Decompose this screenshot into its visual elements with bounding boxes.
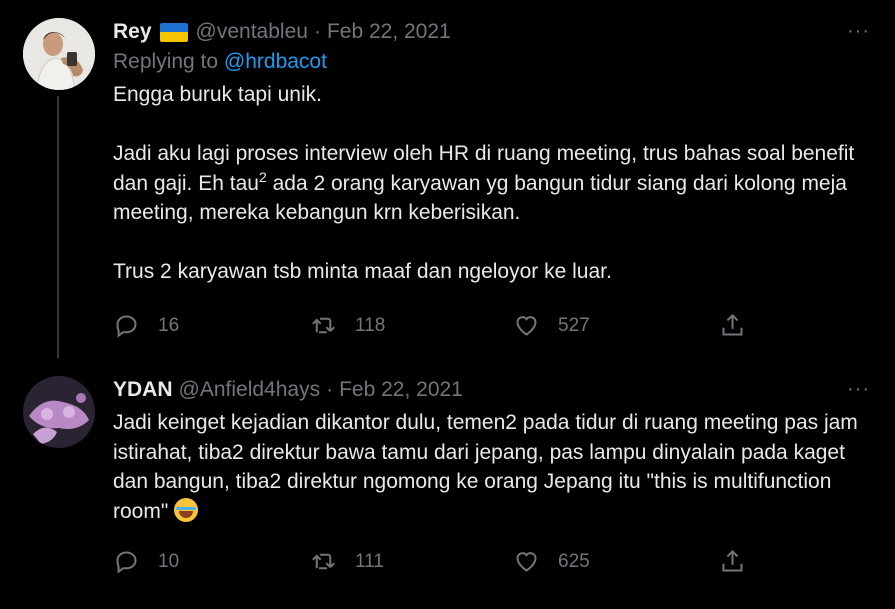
tweet-paragraph: Jadi keinget kejadian dikantor dulu, tem…: [113, 411, 858, 523]
retweet-icon: [312, 553, 335, 570]
separator-dot: ·: [326, 378, 334, 401]
more-options-icon[interactable]: ···: [847, 20, 870, 43]
retweet-count: 118: [355, 314, 386, 336]
avatar[interactable]: [23, 18, 95, 90]
tweet-date[interactable]: Feb 22, 2021: [327, 20, 451, 44]
retweet-button[interactable]: 118: [310, 312, 385, 339]
reply-count: 10: [158, 550, 180, 572]
heart-icon: [516, 316, 537, 336]
tweet-paragraph: Jadi aku lagi proses interview oleh HR d…: [113, 142, 855, 224]
share-icon: [722, 549, 743, 572]
reply-button[interactable]: 10: [113, 548, 179, 575]
thread-line: [57, 96, 59, 358]
replying-to-link[interactable]: @hrdbacot: [224, 50, 327, 73]
tweet-paragraph: Trus 2 karyawan tsb minta maaf dan ngelo…: [113, 260, 612, 283]
share-button[interactable]: [719, 312, 746, 339]
reply-count: 16: [158, 314, 180, 336]
heart-icon: [516, 552, 537, 572]
user-handle[interactable]: @ventableu: [196, 20, 308, 44]
separator-dot: ·: [313, 20, 321, 43]
display-name[interactable]: Rey: [113, 20, 152, 44]
tweet-text: Jadi keinget kejadian dikantor dulu, tem…: [113, 408, 865, 526]
like-button[interactable]: 625: [513, 548, 590, 575]
share-icon: [722, 313, 743, 336]
tweet-header: YDAN @Anfield4hays · Feb 22, 2021: [113, 375, 865, 405]
tweet-actions: 10 111 625: [113, 548, 763, 578]
tweet-text: Engga buruk tapi unik. Jadi aku lagi pro…: [113, 80, 865, 287]
tweet-date[interactable]: Feb 22, 2021: [339, 378, 463, 402]
ukraine-flag-icon: [159, 22, 188, 42]
retweet-count: 111: [355, 550, 384, 572]
retweet-button[interactable]: 111: [310, 548, 384, 575]
like-count: 527: [558, 314, 590, 336]
face-with-tears-of-joy-icon: [174, 497, 199, 522]
replying-to: Replying to @hrdbacot: [113, 50, 865, 80]
share-button[interactable]: [719, 548, 746, 575]
user-handle[interactable]: @Anfield4hays: [179, 378, 321, 402]
tweet-actions: 16 118 527: [113, 312, 763, 342]
like-button[interactable]: 527: [513, 312, 590, 339]
tweet-ydan[interactable]: YDAN @Anfield4hays · Feb 22, 2021 Jadi k…: [0, 358, 895, 609]
reply-icon: [116, 551, 137, 574]
retweet-icon: [312, 317, 335, 334]
avatar[interactable]: [23, 376, 95, 448]
replying-prefix: Replying to: [113, 50, 224, 73]
display-name[interactable]: YDAN: [113, 378, 173, 402]
tweet-header: Rey @ventableu · Feb 22, 2021: [113, 17, 865, 47]
tweet-rey[interactable]: Rey @ventableu · Feb 22, 2021 Replying t…: [0, 0, 895, 358]
tweet-paragraph: Engga buruk tapi unik.: [113, 83, 322, 106]
reply-icon: [116, 315, 137, 338]
like-count: 625: [558, 550, 590, 572]
reply-button[interactable]: 16: [113, 312, 179, 339]
more-options-icon[interactable]: ···: [847, 378, 870, 401]
